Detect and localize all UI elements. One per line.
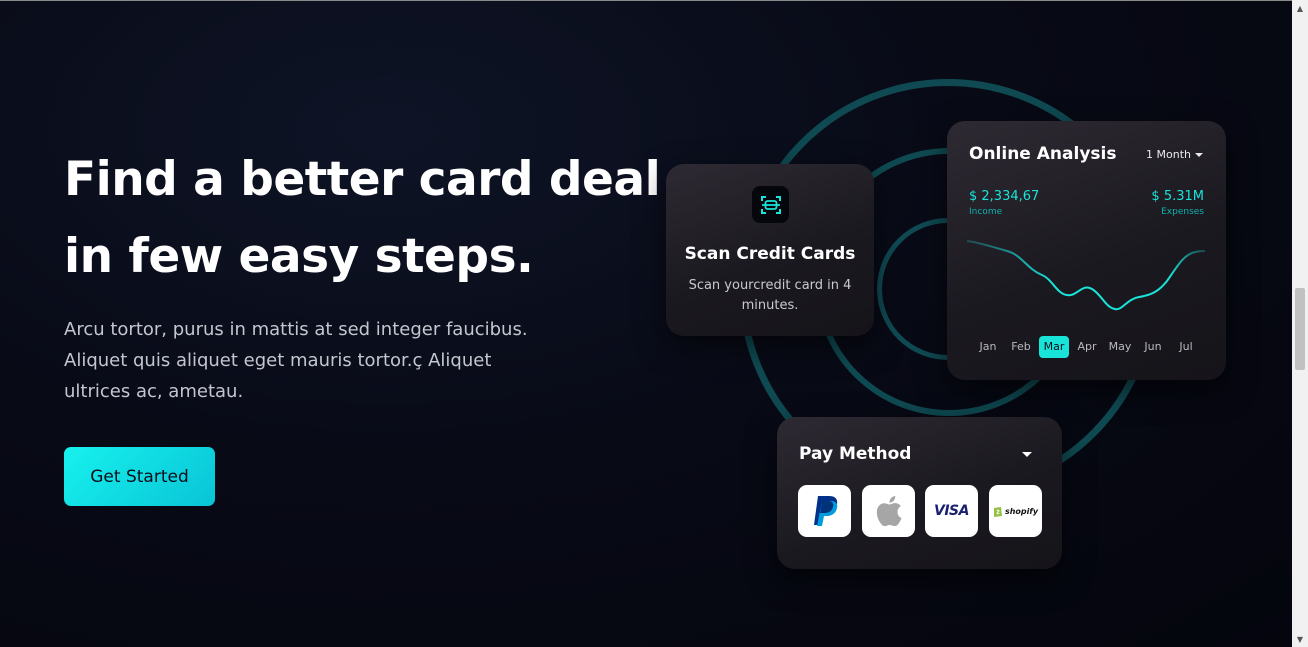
expenses-label: Expenses: [1161, 207, 1204, 217]
income-label: Income: [969, 207, 1003, 217]
hero-description: Arcu tortor, purus in mattis at sed inte…: [64, 319, 528, 402]
chart-line: [967, 240, 1205, 311]
hero-title-line2: in few easy steps.: [64, 229, 534, 284]
chevron-down-icon[interactable]: [1022, 452, 1032, 457]
scan-card-description: Scan yourcredit card in 4 minutes.: [688, 278, 852, 313]
get-started-button[interactable]: Get Started: [64, 447, 215, 506]
hero-title: Find a better card deal in few easy step…: [64, 141, 664, 295]
paypal-button[interactable]: [798, 485, 851, 537]
scan-card-title: Scan Credit Cards: [684, 244, 856, 264]
pay-method-title: Pay Method: [799, 444, 912, 464]
pay-method-card: Pay Method VISA shopify: [777, 417, 1062, 569]
month-may[interactable]: May: [1105, 336, 1135, 358]
month-jan[interactable]: Jan: [973, 336, 1003, 358]
month-apr[interactable]: Apr: [1072, 336, 1102, 358]
scan-credit-cards-card: Scan Credit Cards Scan yourcredit card i…: [666, 164, 874, 336]
shopify-button[interactable]: shopify: [989, 485, 1042, 537]
apple-pay-button[interactable]: [862, 485, 915, 537]
hero-title-line1: Find a better card deal: [64, 152, 661, 207]
visa-icon: VISA: [934, 503, 969, 519]
period-label: 1 Month: [1146, 148, 1191, 161]
page: Find a better card deal in few easy step…: [0, 0, 1292, 647]
scrollbar-thumb[interactable]: [1295, 288, 1305, 370]
month-feb[interactable]: Feb: [1006, 336, 1036, 358]
paypal-icon: [813, 496, 837, 526]
period-dropdown[interactable]: 1 Month: [1146, 148, 1203, 161]
month-jun[interactable]: Jun: [1138, 336, 1168, 358]
month-selector: Jan Feb Mar Apr May Jun Jul: [973, 336, 1213, 358]
shopify-icon: shopify: [993, 505, 1038, 517]
expenses-value: $ 5.31M: [1151, 189, 1204, 204]
online-analysis-card: Online Analysis 1 Month $ 2,334,67 Incom…: [947, 121, 1226, 380]
scrollbar[interactable]: ▲ ▼: [1292, 0, 1308, 647]
month-mar[interactable]: Mar: [1039, 336, 1069, 358]
visa-button[interactable]: VISA: [925, 485, 978, 537]
analysis-title: Online Analysis: [969, 144, 1117, 164]
month-jul[interactable]: Jul: [1171, 336, 1201, 358]
apple-icon: [876, 496, 901, 526]
analysis-line-chart: [967, 240, 1205, 311]
scan-icon: [752, 186, 789, 223]
scroll-down-arrow-icon[interactable]: ▼: [1292, 631, 1308, 647]
income-value: $ 2,334,67: [969, 189, 1040, 204]
chevron-down-icon: [1194, 152, 1203, 157]
scroll-up-arrow-icon[interactable]: ▲: [1292, 0, 1308, 16]
shopify-label: shopify: [1004, 506, 1039, 516]
